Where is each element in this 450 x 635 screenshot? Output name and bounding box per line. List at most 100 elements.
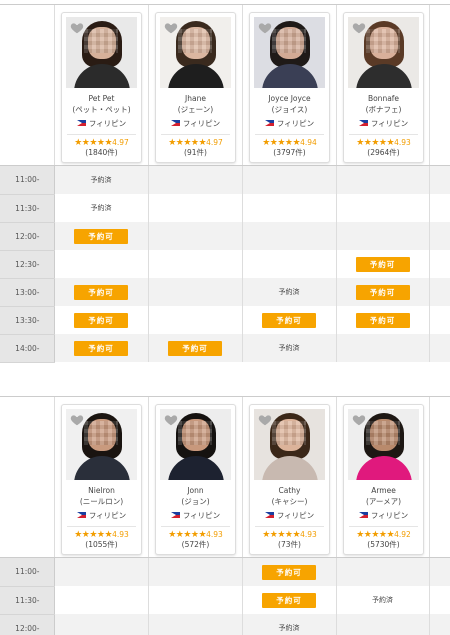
booked-label: 予約済 bbox=[90, 204, 112, 212]
tutor-rating: ★★★★★4.97 bbox=[156, 138, 235, 148]
tutor-name-kana: (ボナフェ) bbox=[365, 105, 402, 114]
tutor-name-kana: (ジョン) bbox=[181, 497, 210, 506]
tutor-card[interactable]: Nielron (ニールロン) フィリピン ★★★★★4.93 (1055件) bbox=[61, 404, 142, 555]
card-divider bbox=[67, 134, 136, 135]
slot-cell bbox=[242, 222, 337, 250]
tutor-card-row: Pet Pet (ペット・ペット) フィリピン ★★★★★4.97 (1840件) Jha… bbox=[0, 4, 450, 166]
book-button[interactable]: 予約可 bbox=[74, 228, 128, 244]
slot-cell bbox=[148, 166, 243, 194]
slot-cell: 予約済 bbox=[54, 166, 149, 194]
book-button[interactable]: 予約可 bbox=[262, 592, 316, 608]
slot-cell bbox=[242, 194, 337, 222]
country-label: フィリピン bbox=[88, 119, 127, 128]
tutor-card[interactable]: Jonn (ジョン) フィリピン ★★★★★4.93 (572件) bbox=[155, 404, 236, 555]
tutor-photo[interactable] bbox=[348, 409, 419, 480]
book-button[interactable]: 予約可 bbox=[355, 312, 410, 328]
philippines-flag-icon bbox=[358, 512, 368, 518]
time-slot-row: 11:30- 予約済 bbox=[0, 194, 450, 223]
slot-cell: 予約可 bbox=[54, 278, 149, 306]
tutor-name[interactable]: Nielron bbox=[62, 485, 141, 496]
slot-cell bbox=[148, 278, 243, 306]
spacer-cell bbox=[429, 222, 450, 250]
book-button[interactable]: 予約可 bbox=[262, 312, 316, 328]
tutor-block-1: Pet Pet (ペット・ペット) フィリピン ★★★★★4.97 (1840件) Jha… bbox=[0, 4, 450, 363]
slot-cell: 予約可 bbox=[336, 306, 430, 334]
tutor-rating: ★★★★★4.94 bbox=[250, 138, 329, 148]
country-label: フィリピン bbox=[370, 511, 409, 520]
card-divider bbox=[349, 134, 418, 135]
tutor-name[interactable]: Jhane bbox=[156, 93, 235, 104]
tutor-name-kana: (ニールロン) bbox=[79, 497, 124, 506]
slot-cell: 予約可 bbox=[54, 306, 149, 334]
tutor-card[interactable]: Joyce Joyce (ジョイス) フィリピン ★★★★★4.94 (3797件) bbox=[249, 12, 330, 163]
slot-cell: 予約可 bbox=[242, 558, 337, 586]
slot-cell bbox=[242, 250, 337, 278]
tutor-rating: ★★★★★4.93 bbox=[344, 138, 423, 148]
tutor-photo[interactable] bbox=[348, 17, 419, 88]
philippines-flag-icon bbox=[76, 512, 86, 518]
favorite-heart-icon[interactable] bbox=[164, 413, 178, 427]
tutor-card[interactable]: Pet Pet (ペット・ペット) フィリピン ★★★★★4.97 (1840件) bbox=[61, 12, 142, 163]
time-slot-row: 13:30- 予約可 予約可 予約可 bbox=[0, 306, 450, 335]
favorite-heart-icon[interactable] bbox=[70, 21, 84, 35]
slot-cell: 予約可 bbox=[242, 586, 337, 614]
favorite-heart-icon[interactable] bbox=[352, 21, 366, 35]
tutor-photo[interactable] bbox=[254, 409, 325, 480]
favorite-heart-icon[interactable] bbox=[352, 413, 366, 427]
tutor-card[interactable]: Armee (アーメア) フィリピン ★★★★★4.92 (5730件) bbox=[343, 404, 424, 555]
tutor-name[interactable]: Jonn bbox=[156, 485, 235, 496]
tutor-card[interactable]: Jhane (ジェーン) フィリピン ★★★★★4.97 (91件) bbox=[155, 12, 236, 163]
philippines-flag-icon bbox=[76, 120, 86, 126]
time-label: 11:30- bbox=[0, 194, 55, 223]
book-button[interactable]: 予約可 bbox=[74, 340, 128, 356]
slot-cell bbox=[148, 586, 243, 614]
tutor-photo[interactable] bbox=[66, 17, 137, 88]
tutor-photo[interactable] bbox=[254, 17, 325, 88]
book-button[interactable]: 予約可 bbox=[74, 284, 128, 300]
slot-cell bbox=[242, 166, 337, 194]
tutor-card[interactable]: Cathy (キャシー) フィリピン ★★★★★4.93 (73件) bbox=[249, 404, 330, 555]
book-button[interactable]: 予約可 bbox=[355, 284, 410, 300]
rating-score: 4.97 bbox=[206, 138, 223, 147]
face-mosaic bbox=[366, 421, 400, 445]
favorite-heart-icon[interactable] bbox=[258, 21, 272, 35]
slot-cell: 予約可 bbox=[148, 334, 243, 362]
country-label: フィリピン bbox=[182, 119, 221, 128]
spacer-cell bbox=[429, 334, 450, 362]
book-button[interactable]: 予約可 bbox=[262, 564, 316, 580]
tutor-name-kana: (アーメア) bbox=[365, 497, 402, 506]
rating-stars-icon: ★★★★★ bbox=[262, 530, 301, 540]
tutor-card[interactable]: Bonnafe (ボナフェ) フィリピン ★★★★★4.93 (2964件) bbox=[343, 12, 424, 163]
book-button[interactable]: 予約可 bbox=[74, 312, 128, 328]
tutor-name[interactable]: Cathy bbox=[250, 485, 329, 496]
time-label: 11:00- bbox=[0, 166, 55, 195]
favorite-heart-icon[interactable] bbox=[70, 413, 84, 427]
tutor-name-kana: (ジョイス) bbox=[271, 105, 308, 114]
tutor-name[interactable]: Armee bbox=[344, 485, 423, 496]
tutor-name[interactable]: Joyce Joyce bbox=[250, 93, 329, 104]
time-slot-row: 13:00- 予約可 予約済 予約可 bbox=[0, 278, 450, 307]
tutor-photo[interactable] bbox=[160, 409, 231, 480]
card-divider bbox=[67, 526, 136, 527]
favorite-heart-icon[interactable] bbox=[258, 413, 272, 427]
rating-score: 4.94 bbox=[300, 138, 317, 147]
tutor-name-kana: (ペット・ペット) bbox=[72, 105, 131, 114]
rating-score: 4.92 bbox=[394, 530, 411, 539]
favorite-heart-icon[interactable] bbox=[164, 21, 178, 35]
rating-stars-icon: ★★★★★ bbox=[356, 530, 395, 540]
tutor-photo[interactable] bbox=[160, 17, 231, 88]
book-button[interactable]: 予約可 bbox=[355, 256, 410, 272]
spacer-cell bbox=[429, 250, 450, 278]
book-button[interactable]: 予約可 bbox=[168, 340, 222, 356]
time-label: 12:30- bbox=[0, 250, 55, 279]
slot-cell bbox=[148, 306, 243, 334]
rating-stars-icon: ★★★★★ bbox=[74, 138, 113, 148]
rating-score: 4.93 bbox=[394, 138, 411, 147]
slot-cell: 予約済 bbox=[242, 614, 337, 635]
review-count: (5730件) bbox=[367, 540, 400, 549]
slot-cell: 予約済 bbox=[242, 334, 337, 362]
slot-cell bbox=[54, 250, 149, 278]
tutor-photo[interactable] bbox=[66, 409, 137, 480]
tutor-name[interactable]: Pet Pet bbox=[62, 93, 141, 104]
tutor-name[interactable]: Bonnafe bbox=[344, 93, 423, 104]
